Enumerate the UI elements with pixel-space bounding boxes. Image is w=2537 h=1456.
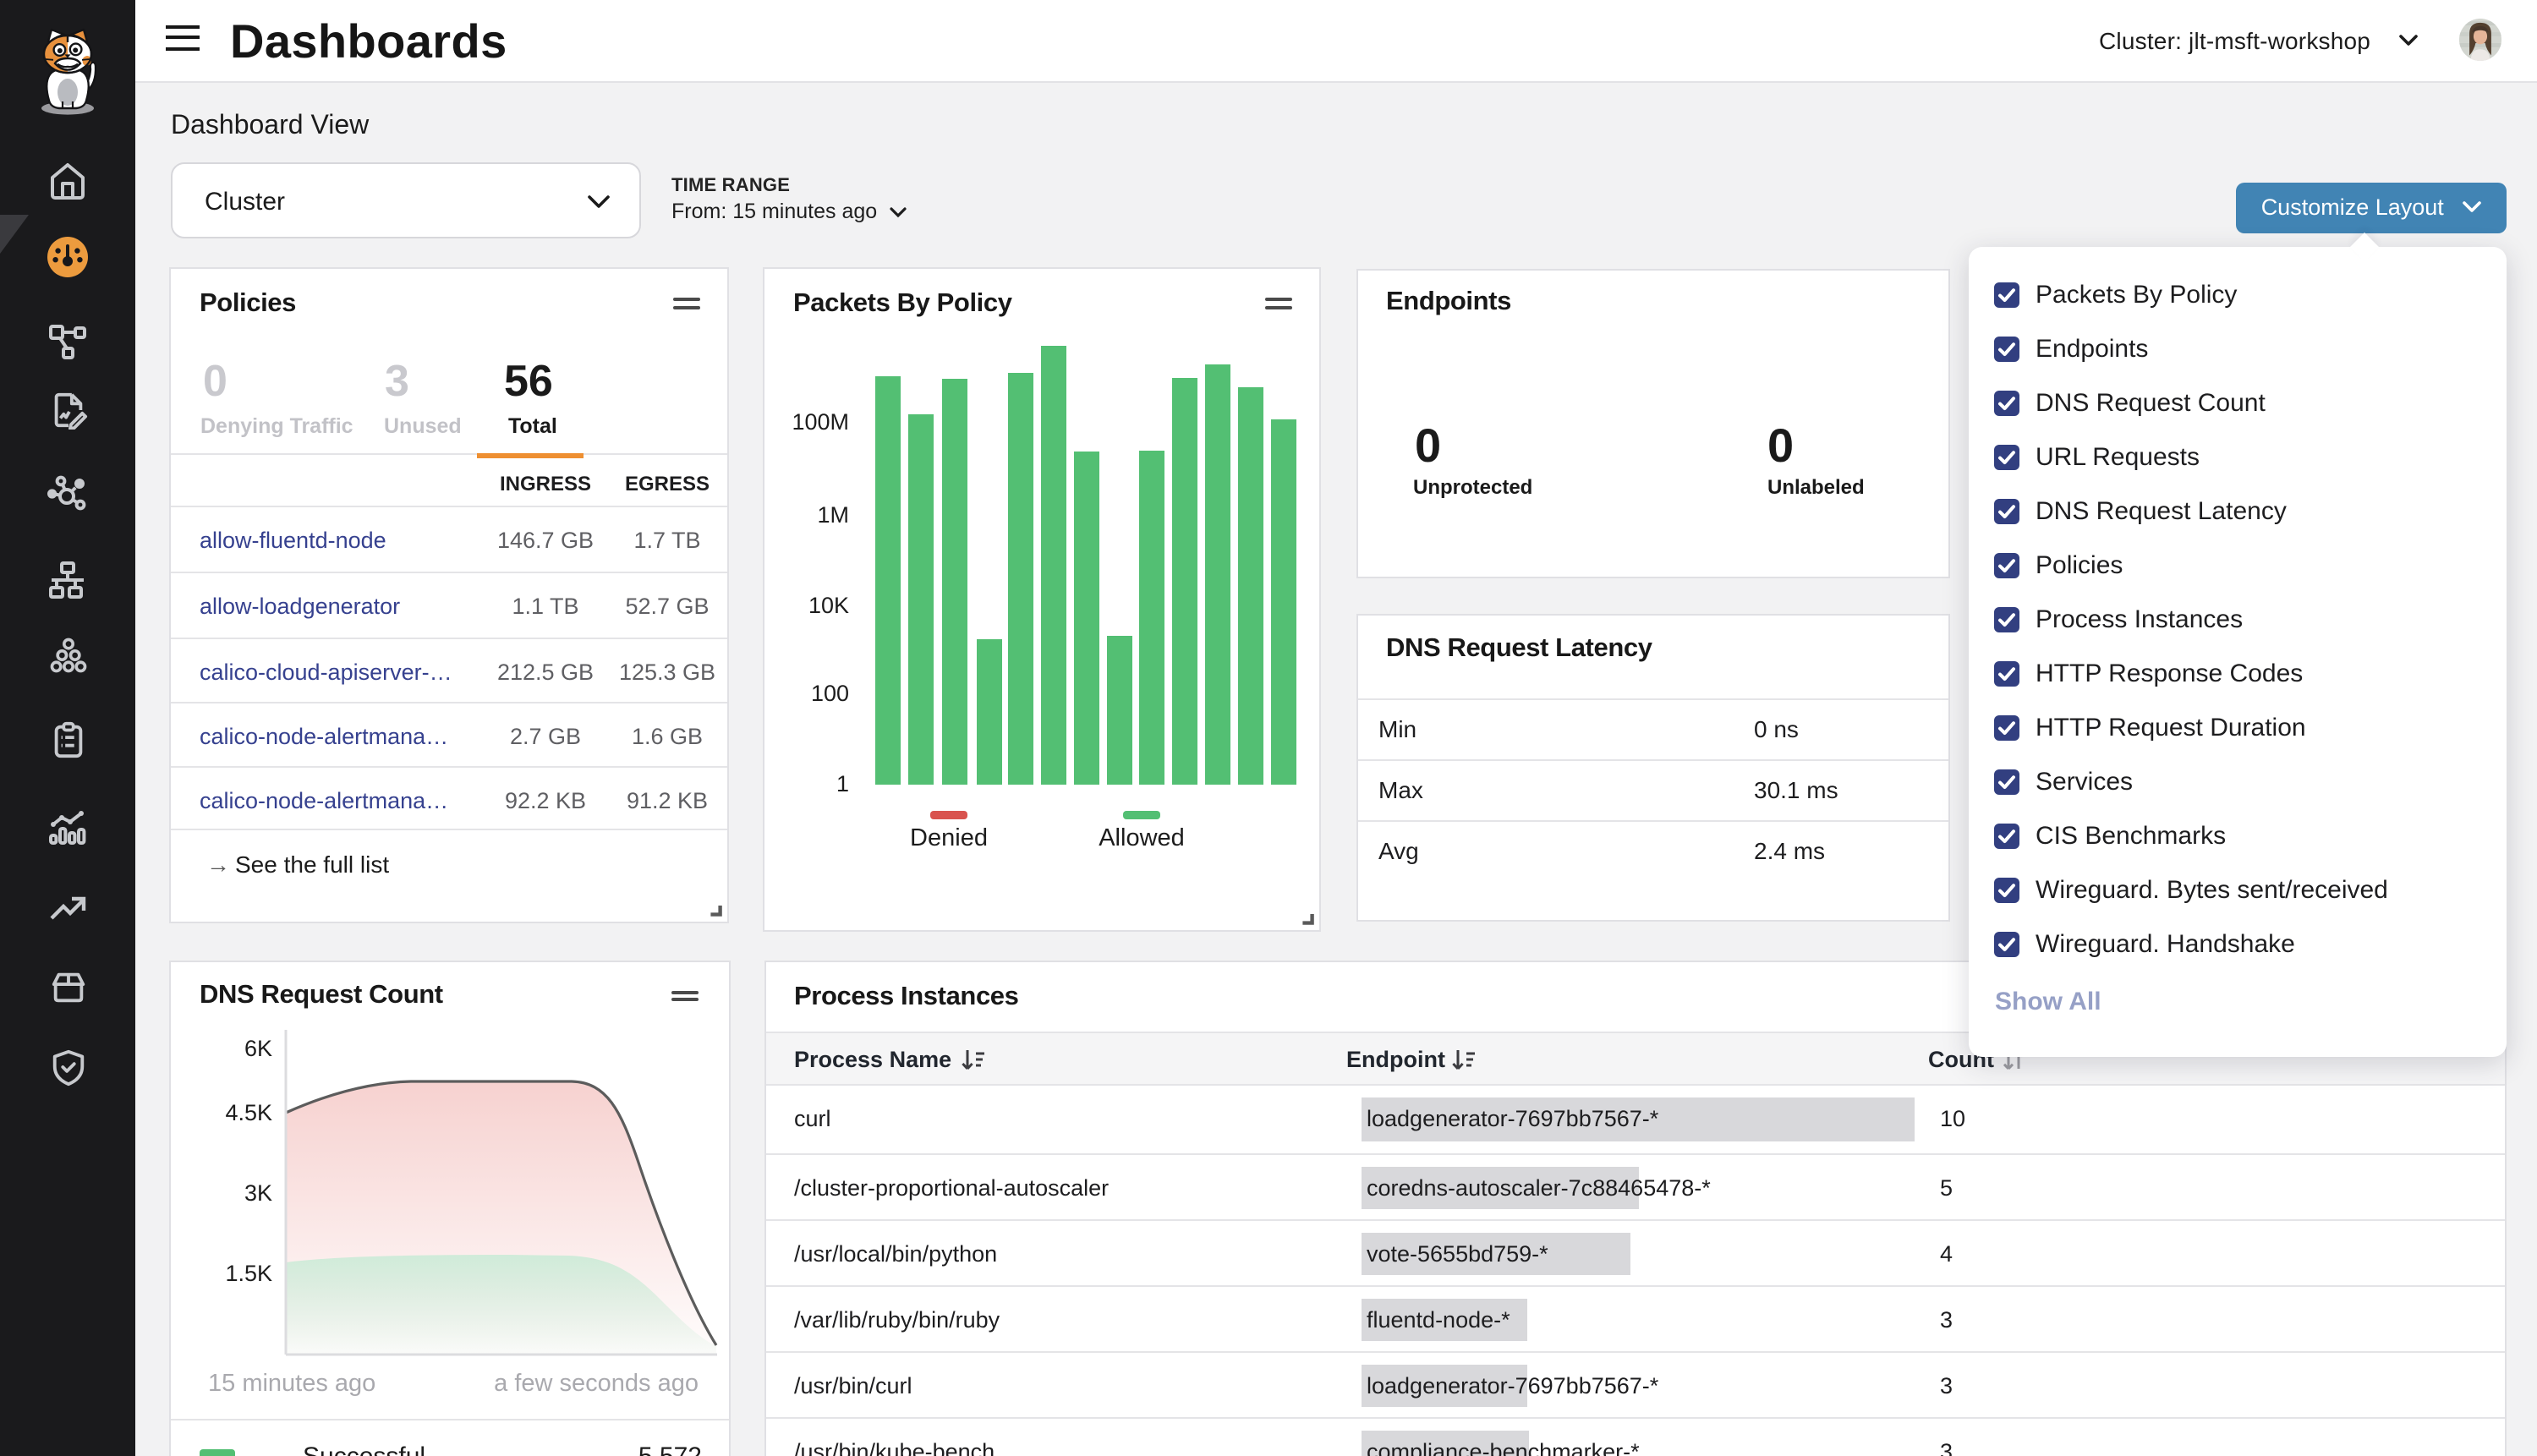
svg-text:6K: 6K (244, 1036, 272, 1061)
svg-text:10K: 10K (808, 593, 849, 618)
svg-text:1M: 1M (817, 502, 849, 528)
svg-text:a few seconds ago: a few seconds ago (494, 1370, 699, 1397)
svg-text:Allowed: Allowed (1099, 824, 1185, 851)
svg-text:1: 1 (836, 771, 849, 796)
svg-text:100: 100 (811, 681, 849, 706)
svg-text:15 minutes ago: 15 minutes ago (208, 1370, 375, 1397)
svg-text:1.5K: 1.5K (225, 1261, 272, 1286)
svg-text:Denied: Denied (910, 824, 988, 851)
svg-text:100M: 100M (792, 409, 849, 435)
svg-text:4.5K: 4.5K (225, 1100, 272, 1125)
svg-text:3K: 3K (244, 1180, 272, 1206)
